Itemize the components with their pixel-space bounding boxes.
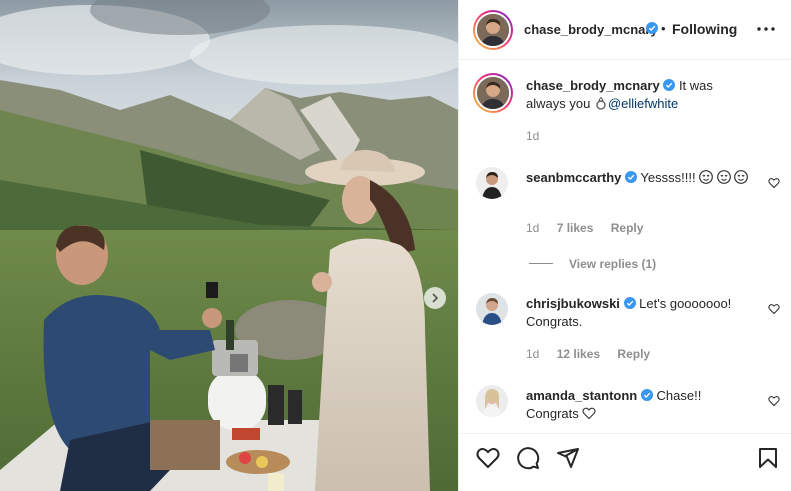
comment-likes[interactable]: 7 likes [557, 221, 594, 235]
following-button[interactable]: Following [672, 21, 737, 37]
caption-avatar-image [477, 77, 509, 109]
comments-list: chase_brody_mcnary It was always you @el… [459, 61, 791, 433]
bookmark-icon[interactable] [756, 446, 780, 470]
verified-badge-icon [640, 389, 653, 401]
comment-username[interactable]: chrisjbukowski [526, 296, 620, 311]
verified-badge [646, 21, 658, 36]
comment-text: amanda_stantonn Chase!! Congrats [526, 387, 756, 423]
comment-username[interactable]: amanda_stantonn [526, 388, 637, 403]
comment-meta: 1d 12 likes Reply [526, 347, 664, 361]
heart-eyes-emoji-icon [734, 170, 749, 184]
comment-body: Yessss!!!! [640, 170, 696, 185]
like-heart-icon[interactable] [476, 446, 500, 470]
caption-timestamp[interactable]: 1d [526, 129, 539, 143]
heart-icon[interactable] [768, 303, 780, 315]
comment-avatar[interactable] [476, 293, 508, 325]
comment-meta: 1d 7 likes Reply [526, 221, 657, 235]
caption-meta: 1d [526, 129, 553, 143]
comment-timestamp[interactable]: 1d [526, 221, 539, 235]
comment-avatar-image [476, 385, 508, 417]
separator-dot: • [661, 21, 666, 36]
post-sidebar: chase_brody_mcnary • Following chase_bro… [458, 0, 791, 491]
verified-badge-icon [623, 297, 636, 309]
carousel-next-button[interactable] [424, 287, 446, 309]
comment-avatar-image [476, 167, 508, 199]
ring-emoji-icon [596, 96, 606, 110]
caption-username[interactable]: chase_brody_mcnary [526, 78, 660, 93]
more-options-icon[interactable] [755, 19, 777, 39]
comment-username[interactable]: seanbmccarthy [526, 170, 621, 185]
comment-item: amanda_stantonn Chase!! Congrats [459, 383, 791, 433]
verified-badge-icon [646, 22, 658, 34]
caption-avatar[interactable] [473, 73, 513, 113]
comment-avatar[interactable] [476, 385, 508, 417]
author-avatar[interactable] [473, 10, 513, 50]
comment-item: chrisjbukowski Let's gooooooo! Congrats.… [459, 291, 791, 371]
author-username[interactable]: chase_brody_mcnary [524, 22, 658, 37]
comment-text: seanbmccarthy Yessss!!!! [526, 169, 756, 187]
verified-badge-icon [625, 171, 638, 183]
share-icon[interactable] [556, 446, 580, 470]
caption-mention[interactable]: @elliefwhite [608, 96, 678, 111]
comment-reply-button[interactable]: Reply [611, 221, 644, 235]
post-actions-bar [459, 433, 791, 491]
comment-avatar-image [476, 293, 508, 325]
carousel-next-icon [432, 293, 439, 303]
heart-eyes-emoji-icon [699, 170, 714, 184]
instagram-post-view: chase_brody_mcnary • Following chase_bro… [0, 0, 791, 491]
comment-avatar[interactable] [476, 167, 508, 199]
heart-icon[interactable] [768, 395, 780, 407]
author-avatar-image [477, 14, 509, 46]
proposal-scene-image [0, 0, 458, 491]
heart-icon[interactable] [768, 177, 780, 189]
comment-timestamp[interactable]: 1d [526, 347, 539, 361]
comment-likes[interactable]: 12 likes [557, 347, 600, 361]
heart-eyes-emoji-icon [716, 170, 731, 184]
caption: chase_brody_mcnary It was always you @el… [459, 73, 791, 153]
view-replies-button[interactable]: View replies (1) [529, 257, 656, 271]
replies-divider-line [529, 263, 553, 264]
comment-icon[interactable] [516, 446, 540, 470]
comment-reply-button[interactable]: Reply [617, 347, 650, 361]
post-photo[interactable] [0, 0, 458, 491]
heart-emoji-icon [582, 407, 596, 420]
post-header: chase_brody_mcnary • Following [459, 0, 791, 60]
verified-badge-icon [663, 79, 676, 91]
view-replies-label: View replies (1) [569, 257, 657, 271]
caption-text: chase_brody_mcnary It was always you @el… [526, 77, 756, 113]
comment-text: chrisjbukowski Let's gooooooo! Congrats. [526, 295, 756, 331]
